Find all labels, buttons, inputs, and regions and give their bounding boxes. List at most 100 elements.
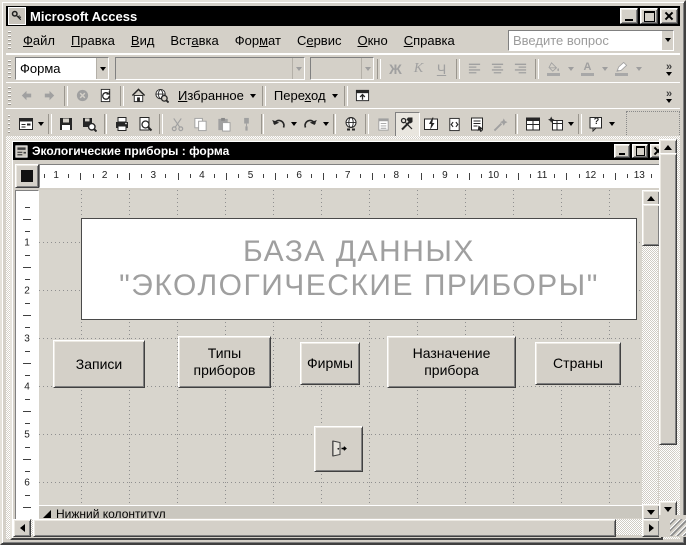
menu-item[interactable]: Файл: [15, 30, 63, 51]
refresh-button[interactable]: [94, 84, 117, 107]
mdi-workspace: Экологические приборы : форма 1234567891…: [6, 136, 680, 539]
undo-dropdown[interactable]: [290, 113, 298, 136]
line-color-button: [610, 57, 633, 80]
align-left-icon: [467, 61, 482, 76]
redo-button[interactable]: [299, 113, 322, 136]
exit-form-button[interactable]: [314, 426, 363, 472]
undo-button[interactable]: [267, 113, 290, 136]
help-dropdown[interactable]: [608, 113, 616, 136]
menu-item[interactable]: Вид: [123, 30, 163, 51]
form-vertical-scrollbar[interactable]: [642, 190, 658, 518]
ruler-tick: [23, 411, 31, 412]
menu-item[interactable]: Окно: [349, 30, 395, 51]
form-command-button[interactable]: Страны: [535, 342, 621, 385]
menu-item[interactable]: Формат: [227, 30, 289, 51]
code-button[interactable]: [443, 113, 466, 136]
database-window-button[interactable]: [521, 113, 544, 136]
object-selector-dropdown[interactable]: [96, 58, 108, 79]
maximize-button[interactable]: [640, 8, 658, 24]
toolbar-options-chevron[interactable]: »: [660, 89, 678, 103]
ruler-tick: [25, 423, 30, 424]
footer-section-bar[interactable]: Нижний колонтитул: [39, 505, 642, 518]
ruler-tick: [25, 375, 30, 376]
forward-icon: [42, 88, 57, 103]
form-design-toolbar: ?: [6, 108, 680, 139]
form-maximize-button[interactable]: [632, 144, 648, 158]
separator: [333, 114, 336, 134]
toolbar-grip[interactable]: [8, 60, 11, 78]
home-button[interactable]: [127, 84, 150, 107]
toolbar-grip[interactable]: [8, 87, 11, 105]
cut-button: [166, 113, 189, 136]
menu-item[interactable]: Сервис: [289, 30, 350, 51]
build-button: [489, 113, 512, 136]
ask-question-dropdown[interactable]: [662, 31, 673, 50]
horizontal-scroll-thumb[interactable]: [33, 519, 616, 537]
ruler-tick: [214, 174, 215, 178]
file-search-button[interactable]: [78, 113, 101, 136]
insert-hyperlink-button[interactable]: [339, 113, 362, 136]
ruler-tick: [178, 173, 179, 180]
form-header-label[interactable]: БАЗА ДАННЫХ "ЭКОЛОГИЧЕСКИЕ ПРИБОРЫ": [81, 218, 637, 320]
toolbar-grip[interactable]: [8, 31, 11, 49]
scroll-right-button[interactable]: [642, 519, 660, 537]
form-selector-box[interactable]: [15, 164, 39, 188]
save-button[interactable]: [55, 113, 78, 136]
help-button[interactable]: ?: [585, 113, 608, 136]
font-name-combo: [115, 57, 305, 80]
autoformat-button[interactable]: [420, 113, 443, 136]
form-minimize-button[interactable]: [614, 144, 630, 158]
form-command-button[interactable]: Фирмы: [300, 342, 360, 385]
form-horizontal-scrollbar[interactable]: [13, 519, 658, 535]
vertical-ruler[interactable]: 123456: [15, 190, 39, 520]
print-button[interactable]: [110, 113, 133, 136]
show-web-toolbar-button[interactable]: [351, 84, 374, 107]
ask-question-box[interactable]: Введите вопрос: [508, 30, 674, 51]
view-button[interactable]: [14, 113, 37, 136]
question-mark-glyph: ?: [594, 116, 600, 126]
menu-item[interactable]: Справка: [396, 30, 463, 51]
workspace-vertical-scrollbar[interactable]: [659, 139, 675, 515]
search-web-button[interactable]: [150, 84, 173, 107]
horizontal-ruler[interactable]: 12345678910111213: [39, 164, 660, 188]
detail-section-grid[interactable]: БАЗА ДАННЫХ "ЭКОЛОГИЧЕСКИЕ ПРИБОРЫ" Запи…: [39, 190, 642, 518]
view-dropdown[interactable]: [37, 113, 45, 136]
menu-item[interactable]: Правка: [63, 30, 123, 51]
ruler-number: 4: [199, 170, 205, 181]
font-color-button: А: [576, 57, 599, 80]
toolbox-button[interactable]: [395, 112, 420, 137]
toolbar-options-chevron[interactable]: »: [660, 62, 678, 76]
form-command-button[interactable]: Записи: [53, 340, 145, 388]
object-selector-combo[interactable]: Форма: [15, 57, 109, 80]
scroll-down-button[interactable]: [642, 504, 660, 520]
go-button[interactable]: Переход: [269, 84, 341, 107]
new-object-dropdown[interactable]: [567, 113, 575, 136]
chevron-down-icon: [38, 122, 44, 126]
ruler-tick: [421, 173, 422, 180]
ruler-number: 2: [24, 286, 30, 297]
close-button[interactable]: [660, 8, 678, 24]
resize-grip[interactable]: [670, 519, 686, 536]
toolbar-grip[interactable]: [8, 115, 10, 133]
properties-button[interactable]: [466, 113, 489, 136]
new-object-button[interactable]: [544, 113, 567, 136]
separator: [159, 114, 162, 134]
print-preview-icon: [137, 116, 153, 132]
menu-item[interactable]: Вставка: [162, 30, 226, 51]
ruler-tick: [165, 174, 166, 178]
redo-dropdown[interactable]: [322, 113, 330, 136]
ruler-tick: [80, 173, 81, 180]
form-command-button[interactable]: Типы приборов: [178, 336, 271, 388]
italic-button: К: [407, 57, 430, 80]
vertical-scroll-thumb[interactable]: [659, 153, 677, 445]
minimize-button[interactable]: [620, 8, 638, 24]
vertical-scroll-thumb[interactable]: [642, 204, 660, 246]
ruler-tick: [554, 174, 555, 178]
form-command-button[interactable]: Назначение прибора: [387, 336, 516, 388]
fill-color-bar: [547, 73, 560, 76]
ruler-tick: [506, 174, 507, 178]
autoformat-icon: [423, 116, 439, 132]
scroll-left-button[interactable]: [13, 519, 31, 537]
favorites-button[interactable]: Избранное: [173, 84, 259, 107]
print-preview-button[interactable]: [133, 113, 156, 136]
